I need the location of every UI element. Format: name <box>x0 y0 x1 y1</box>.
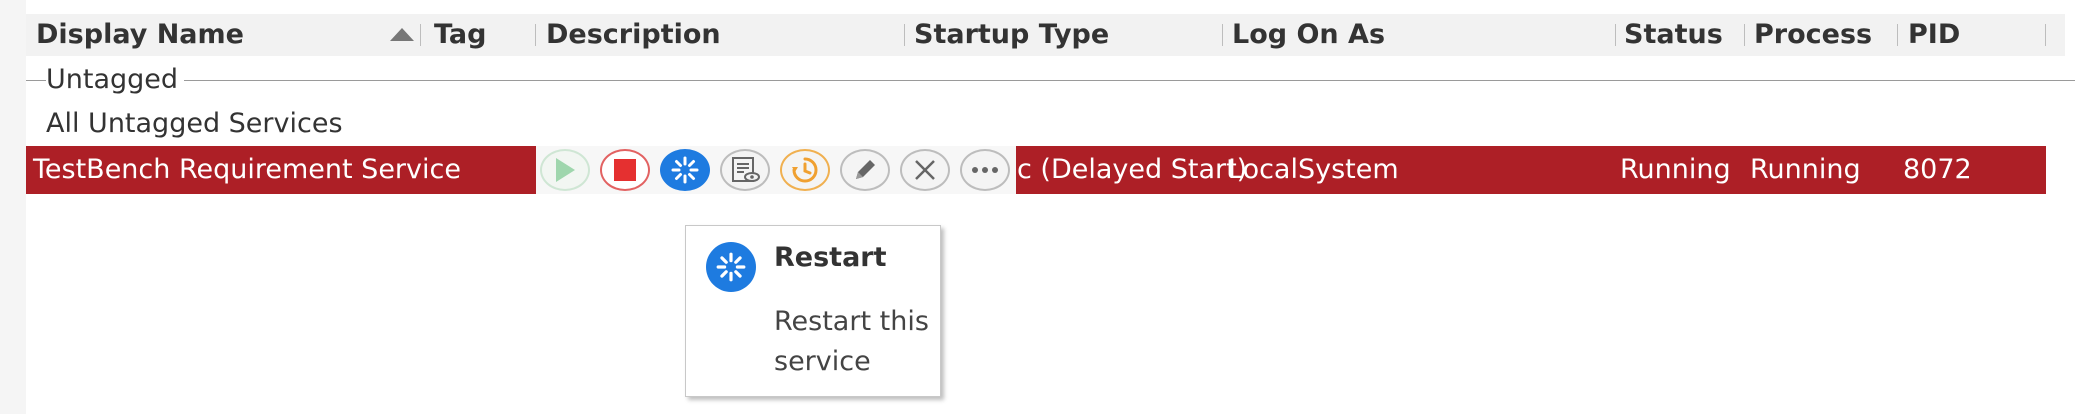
group-divider <box>26 80 2075 81</box>
play-icon <box>554 157 576 183</box>
cell-status: Running <box>1620 154 1731 185</box>
edit-button[interactable] <box>840 149 890 191</box>
tooltip-description: Restart this service <box>774 306 929 377</box>
schedule-button[interactable] <box>780 149 830 191</box>
left-gutter <box>0 0 26 414</box>
column-separator[interactable] <box>2045 24 2046 46</box>
cell-process: Running <box>1750 154 1861 185</box>
subgroup-all-untagged[interactable]: All Untagged Services <box>46 108 343 139</box>
column-display-name[interactable]: Display Name <box>36 14 244 56</box>
cell-display-name: TestBench Requirement Service <box>33 154 461 185</box>
more-button[interactable] <box>960 149 1010 191</box>
column-status[interactable]: Status <box>1624 14 1723 56</box>
restart-icon <box>670 155 700 185</box>
cell-log-on-as: LocalSystem <box>1228 154 1399 185</box>
stop-icon <box>613 158 637 182</box>
stop-button[interactable] <box>600 149 650 191</box>
column-separator[interactable] <box>1744 24 1745 46</box>
column-separator[interactable] <box>904 24 905 46</box>
cell-pid: 8072 <box>1903 154 1972 185</box>
tooltip-title: Restart <box>774 242 887 273</box>
column-startup-type[interactable]: Startup Type <box>914 14 1109 56</box>
column-log-on-as[interactable]: Log On As <box>1232 14 1385 56</box>
start-button[interactable] <box>540 149 590 191</box>
table-row-selected[interactable]: TestBench Requirement Service c (Delayed… <box>26 146 2046 194</box>
column-separator[interactable] <box>1897 24 1898 46</box>
sort-ascending-icon[interactable] <box>390 28 414 41</box>
cell-startup-type: c (Delayed Start) <box>1017 154 1248 185</box>
view-log-button[interactable] <box>720 149 770 191</box>
column-header: Display Name Tag Description Startup Typ… <box>26 14 2065 56</box>
close-icon <box>913 158 937 182</box>
restart-button[interactable] <box>660 149 710 191</box>
column-tag[interactable]: Tag <box>434 14 486 56</box>
column-separator[interactable] <box>1615 24 1616 46</box>
row-action-toolbar <box>536 146 1016 194</box>
group-label-untagged[interactable]: Untagged <box>46 64 185 95</box>
clock-icon <box>790 155 820 185</box>
column-pid[interactable]: PID <box>1908 14 1960 56</box>
more-icon <box>970 166 1000 174</box>
delete-button[interactable] <box>900 149 950 191</box>
column-separator[interactable] <box>535 24 536 46</box>
restart-icon <box>706 242 756 292</box>
column-process[interactable]: Process <box>1754 14 1872 56</box>
column-separator[interactable] <box>1222 24 1223 46</box>
log-view-icon <box>730 156 760 184</box>
column-description[interactable]: Description <box>546 14 721 56</box>
column-separator[interactable] <box>420 24 421 46</box>
restart-tooltip: Restart Restart this service <box>685 225 941 397</box>
pencil-icon <box>851 156 879 184</box>
